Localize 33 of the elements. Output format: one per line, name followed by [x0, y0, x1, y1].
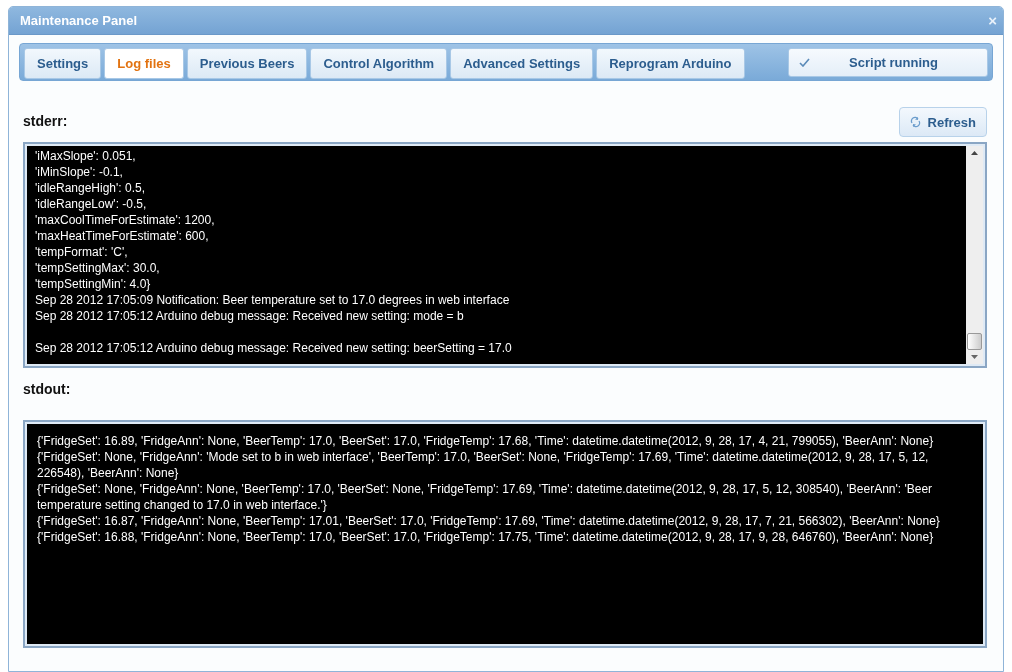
dialog-title: Maintenance Panel	[20, 13, 138, 28]
refresh-icon	[909, 116, 921, 128]
stdout-heading: stdout:	[23, 381, 71, 399]
log-line: 'tempFormat': 'C',	[35, 244, 129, 260]
scroll-up-icon[interactable]	[971, 151, 978, 155]
tab[interactable]: Reprogram Arduino	[596, 48, 745, 79]
log-line: 'maxHeatTimeForEstimate': 600,	[35, 228, 210, 244]
log-line: 'tempSettingMin': 4.0}	[35, 276, 152, 292]
log-line: 'maxCoolTimeForEstimate': 1200,	[35, 212, 216, 228]
tab[interactable]: Log files	[104, 48, 184, 79]
log-record: {'FridgeSet': 16.88, 'FridgeAnn': None, 'BeerTemp': 17.0, 'BeerSet': 17.0, 'FridgeTemp': 17.75, 'Time': datetime.datetime(2012, 9, 28, 17, 9, 28, 646760), 'BeerAnn': None}	[37, 529, 935, 545]
scrollbar[interactable]	[966, 146, 983, 364]
stderr-heading: stderr:	[23, 113, 68, 131]
refresh-button[interactable]: Refresh	[898, 107, 987, 137]
log-line: Sep 28 2012 17:05:12 Arduino debug message: Received new setting: mode = b	[35, 308, 465, 324]
log-record: {'FridgeSet': 16.89, 'FridgeAnn': None, 'BeerTemp': 17.0, 'BeerSet': 17.0, 'FridgeTemp': 17.68, 'Time': datetime.datetime(2012, 9, 28, 17, 4, 21, 799055), 'BeerAnn': None}	[37, 433, 935, 449]
log-record: {'FridgeSet': None, 'FridgeAnn': None, 'BeerTemp': 17.0, 'BeerSet': None, 'FridgeTemp': 17.69, 'Time': datetime.datetime(2012, 9, 28, 17, 5, 12, 308540), 'BeerAnn': 'Beer temperature setting changed to 17.0 in web interface.'}	[37, 481, 934, 513]
script-status-button[interactable]: Script running	[788, 48, 988, 77]
tab[interactable]: Settings	[24, 48, 102, 79]
log-record: {'FridgeSet': 16.87, 'FridgeAnn': None, 'BeerTemp': 17.01, 'BeerSet': 17.0, 'FridgeTemp': 17.69, 'Time': datetime.datetime(2012, 9, 28, 17, 7, 21, 566302), 'BeerAnn': None}	[37, 513, 941, 529]
scroll-thumb[interactable]	[967, 333, 982, 350]
log-line: 'idleRangeLow': -0.5,	[35, 196, 148, 212]
log-line: 'iMaxSlope': 0.051,	[35, 148, 137, 164]
log-record: {'FridgeSet': None, 'FridgeAnn': 'Mode set to b in web interface', 'BeerTemp': 17.0, 'BeerSet': None, 'FridgeTemp': 17.69, 'Time': datetime.datetime(2012, 9, 28, 17, 5, 12, 226548), 'BeerAnn': None}	[37, 449, 930, 481]
scroll-down-icon[interactable]	[971, 355, 978, 359]
log-line: Sep 28 2012 17:05:12 Arduino debug message: Received new setting: beerSetting = 17.0	[35, 340, 513, 356]
tab[interactable]: Advanced Settings	[450, 48, 594, 79]
log-line: 'iMinSlope': -0.1,	[35, 164, 124, 180]
log-line: 'idleRangeHigh': 0.5,	[35, 180, 146, 196]
tab[interactable]: Previous Beers	[186, 48, 308, 79]
log-line: Sep 28 2012 17:05:09 Notification: Beer temperature set to 17.0 degrees in web interface	[35, 292, 511, 308]
tab[interactable]: Control Algorithm	[310, 48, 448, 79]
log-line: 'tempSettingMax': 30.0,	[35, 260, 161, 276]
